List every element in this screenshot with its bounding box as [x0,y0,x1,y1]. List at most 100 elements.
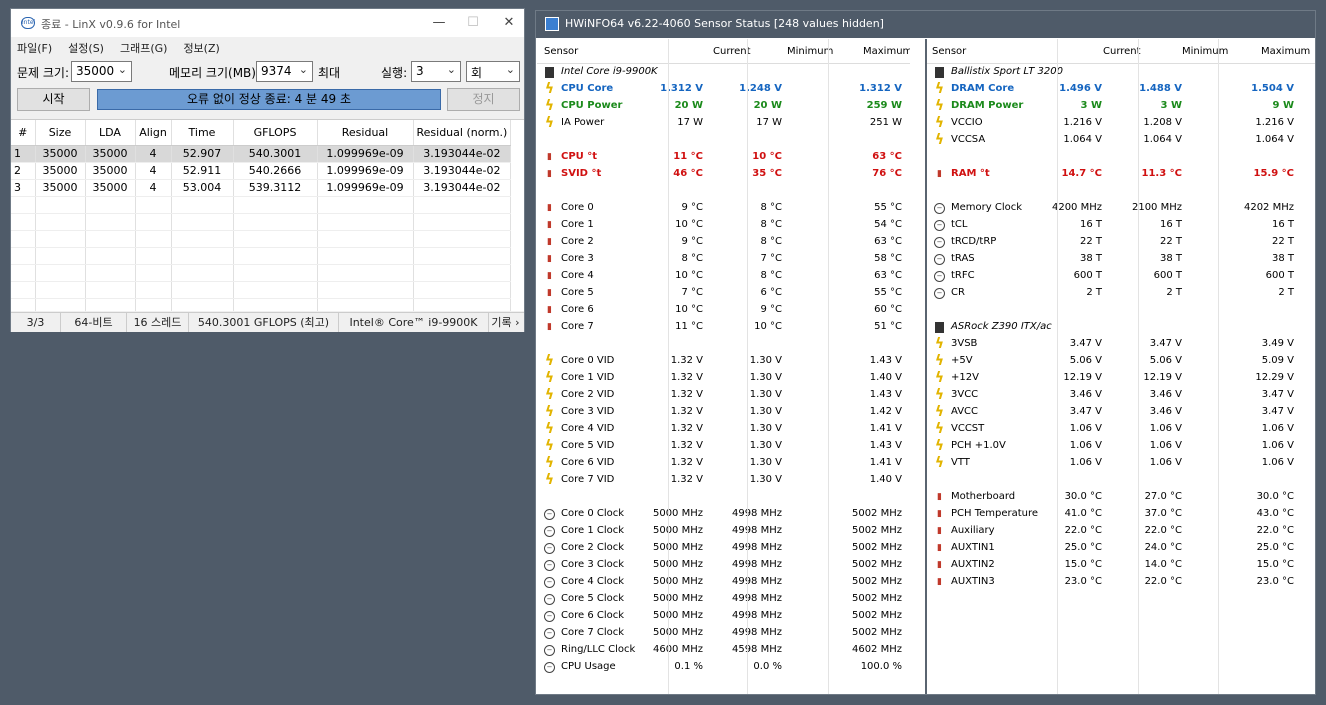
menu-graph[interactable]: 그래프(G) [120,40,167,56]
lightning-icon: ϟ [544,472,555,488]
sensor-row[interactable]: ▮ Core 1 10 °C 8 °C 54 °C [537,217,910,234]
table-row[interactable]: 2 35000 35000 4 52.911 540.2666 1.099969e-09 3.… [11,162,512,180]
sensor-group[interactable]: Ballistix Sport LT 3200 [927,64,1315,81]
sensor-row[interactable]: ϟ VCCIO 1.216 V 1.208 V 1.216 V [927,115,1315,132]
memory-max-label[interactable]: 최대 [318,64,340,81]
sensor-row[interactable]: ▮ Core 4 10 °C 8 °C 63 °C [537,268,910,285]
sensor-panel-right[interactable]: Sensor Current Minimum Maximum Ballistix… [927,39,1315,694]
minimize-icon[interactable]: — [429,13,449,33]
sensor-row[interactable]: ▮ Auxiliary 22.0 °C 22.0 °C 22.0 °C [927,523,1315,540]
sensor-row[interactable]: ϟ Core 3 VID 1.32 V 1.30 V 1.42 V [537,404,910,421]
sensor-row[interactable]: ▮ Core 2 9 °C 8 °C 63 °C [537,234,910,251]
sensor-row[interactable]: ϟ CPU Power 20 W 20 W 259 W [537,98,910,115]
sensor-row[interactable]: ϟ Core 2 VID 1.32 V 1.30 V 1.43 V [537,387,910,404]
col-maximum[interactable]: Maximum [1261,46,1310,57]
sensor-row[interactable]: − tRFC 600 T 600 T 600 T [927,268,1315,285]
menu-file[interactable]: 파일(F) [17,40,52,56]
col-current[interactable]: Current [1103,46,1141,57]
col-sensor[interactable]: Sensor [544,46,578,57]
table-cell: 540.3001 [233,145,318,163]
table-cell [35,264,86,282]
sensor-row[interactable]: ▮ Core 7 11 °C 10 °C 51 °C [537,319,910,336]
col-minimum[interactable]: Minimum [787,46,833,57]
table-row[interactable]: 3 35000 35000 4 53.004 539.3112 1.099969e-09 3.… [11,179,512,197]
sensor-row[interactable]: ▮ Core 5 7 °C 6 °C 55 °C [537,285,910,302]
sensor-row[interactable]: ▮ PCH Temperature 41.0 °C 37.0 °C 43.0 °C [927,506,1315,523]
sensor-panel-left[interactable]: Sensor Current Minimum Maximum Intel Cor… [537,39,910,694]
sensor-row[interactable]: ▮ RAM °t 14.7 °C 11.3 °C 15.9 °C [927,166,1315,183]
sensor-row[interactable]: ϟ IA Power 17 W 17 W 251 W [537,115,910,132]
col-header[interactable]: Align [135,120,172,146]
col-maximum[interactable]: Maximum [863,46,910,57]
sensor-row[interactable]: − tCL 16 T 16 T 16 T [927,217,1315,234]
sensor-row[interactable]: ϟ Core 1 VID 1.32 V 1.30 V 1.40 V [537,370,910,387]
chip-icon [935,322,944,333]
run-unit-select[interactable]: 회 ⌄ [466,61,520,82]
menu-info[interactable]: 정보(Z) [183,40,219,56]
col-sensor[interactable]: Sensor [932,46,966,57]
col-header[interactable]: Size [35,120,86,146]
col-header[interactable]: # [11,120,36,146]
sensor-row[interactable]: ϟ CPU Core 1.312 V 1.248 V 1.312 V [537,81,910,98]
sensor-row[interactable]: − Core 2 Clock 5000 MHz 4998 MHz 5002 MHz [537,540,910,557]
sensor-row[interactable]: − Ring/LLC Clock 4600 MHz 4598 MHz 4602 MHz [537,642,910,659]
sensor-row[interactable]: − Memory Clock 4200 MHz 2100 MHz 4202 MHz [927,200,1315,217]
sensor-row[interactable]: ϟ Core 6 VID 1.32 V 1.30 V 1.41 V [537,455,910,472]
run-count-select[interactable]: 3 ⌄ [411,61,461,82]
col-current[interactable]: Current [713,46,751,57]
col-minimum[interactable]: Minimum [1182,46,1228,57]
minimum-value: 4998 MHz [731,559,782,570]
sensor-group[interactable]: Intel Core i9-9900K [537,64,910,81]
sensor-row[interactable]: ϟ DRAM Power 3 W 3 W 9 W [927,98,1315,115]
sensor-row[interactable]: ϟ PCH +1.0V 1.06 V 1.06 V 1.06 V [927,438,1315,455]
problem-size-select[interactable]: 35000 ⌄ [71,61,132,82]
sensor-row[interactable]: − CPU Usage 0.1 % 0.0 % 100.0 % [537,659,910,676]
table-row[interactable]: 1 35000 35000 4 52.907 540.3001 1.099969e-09 3.… [11,145,512,163]
sensor-row[interactable]: ▮ AUXTIN2 15.0 °C 14.0 °C 15.0 °C [927,557,1315,574]
linx-titlebar[interactable]: intel 종료 - LinX v0.9.6 for Intel — ☐ ✕ [11,9,524,37]
sensor-row[interactable]: ϟ Core 7 VID 1.32 V 1.30 V 1.40 V [537,472,910,489]
close-icon[interactable]: ✕ [499,13,519,33]
sensor-row[interactable]: ▮ SVID °t 46 °C 35 °C 76 °C [537,166,910,183]
sensor-row[interactable]: ϟ 3VCC 3.46 V 3.46 V 3.47 V [927,387,1315,404]
sensor-row[interactable]: ▮ Core 3 8 °C 7 °C 58 °C [537,251,910,268]
sensor-row[interactable]: ϟ Core 5 VID 1.32 V 1.30 V 1.43 V [537,438,910,455]
log-button[interactable]: 기록 › [489,313,522,332]
sensor-row[interactable]: ϟ Core 0 VID 1.32 V 1.30 V 1.43 V [537,353,910,370]
sensor-group[interactable]: ASRock Z390 ITX/ac [927,319,1315,336]
col-header[interactable]: Time [171,120,234,146]
sensor-row[interactable]: − tRAS 38 T 38 T 38 T [927,251,1315,268]
sensor-row[interactable]: ϟ Core 4 VID 1.32 V 1.30 V 1.41 V [537,421,910,438]
hwinfo-titlebar[interactable]: HWiNFO64 v6.22-4060 Sensor Status [248 v… [536,11,1315,38]
sensor-row[interactable]: ϟ VCCSA 1.064 V 1.064 V 1.064 V [927,132,1315,149]
col-header[interactable]: LDA [85,120,136,146]
menu-settings[interactable]: 설정(S) [68,40,104,56]
sensor-row[interactable]: ϟ AVCC 3.47 V 3.46 V 3.47 V [927,404,1315,421]
col-header[interactable]: GFLOPS [233,120,318,146]
sensor-row[interactable]: ▮ AUXTIN3 23.0 °C 22.0 °C 23.0 °C [927,574,1315,591]
start-button[interactable]: 시작 [17,88,90,111]
sensor-row[interactable]: − tRCD/tRP 22 T 22 T 22 T [927,234,1315,251]
sensor-row[interactable]: − Core 6 Clock 5000 MHz 4998 MHz 5002 MHz [537,608,910,625]
col-header[interactable]: Residual (norm.) [413,120,512,146]
sensor-row[interactable]: − Core 3 Clock 5000 MHz 4998 MHz 5002 MHz [537,557,910,574]
sensor-row[interactable]: ϟ +12V 12.19 V 12.19 V 12.29 V [927,370,1315,387]
sensor-row[interactable]: ▮ Core 0 9 °C 8 °C 55 °C [537,200,910,217]
sensor-row[interactable]: ϟ VTT 1.06 V 1.06 V 1.06 V [927,455,1315,472]
col-header[interactable]: Residual [317,120,414,146]
sensor-row[interactable]: ▮ Motherboard 30.0 °C 27.0 °C 30.0 °C [927,489,1315,506]
sensor-row[interactable]: ϟ +5V 5.06 V 5.06 V 5.09 V [927,353,1315,370]
sensor-row[interactable]: ▮ CPU °t 11 °C 10 °C 63 °C [537,149,910,166]
sensor-row[interactable]: ϟ DRAM Core 1.496 V 1.488 V 1.504 V [927,81,1315,98]
sensor-row[interactable]: − Core 1 Clock 5000 MHz 4998 MHz 5002 MHz [537,523,910,540]
sensor-row[interactable]: − CR 2 T 2 T 2 T [927,285,1315,302]
sensor-row[interactable]: − Core 5 Clock 5000 MHz 4998 MHz 5002 MHz [537,591,910,608]
memory-size-select[interactable]: 9374 ⌄ [256,61,313,82]
sensor-row[interactable]: ▮ AUXTIN1 25.0 °C 24.0 °C 25.0 °C [927,540,1315,557]
sensor-row[interactable]: ϟ 3VSB 3.47 V 3.47 V 3.49 V [927,336,1315,353]
sensor-row[interactable]: ▮ Core 6 10 °C 9 °C 60 °C [537,302,910,319]
sensor-row[interactable]: − Core 4 Clock 5000 MHz 4998 MHz 5002 MHz [537,574,910,591]
sensor-row[interactable]: − Core 0 Clock 5000 MHz 4998 MHz 5002 MHz [537,506,910,523]
sensor-row[interactable]: − Core 7 Clock 5000 MHz 4998 MHz 5002 MHz [537,625,910,642]
sensor-row[interactable]: ϟ VCCST 1.06 V 1.06 V 1.06 V [927,421,1315,438]
